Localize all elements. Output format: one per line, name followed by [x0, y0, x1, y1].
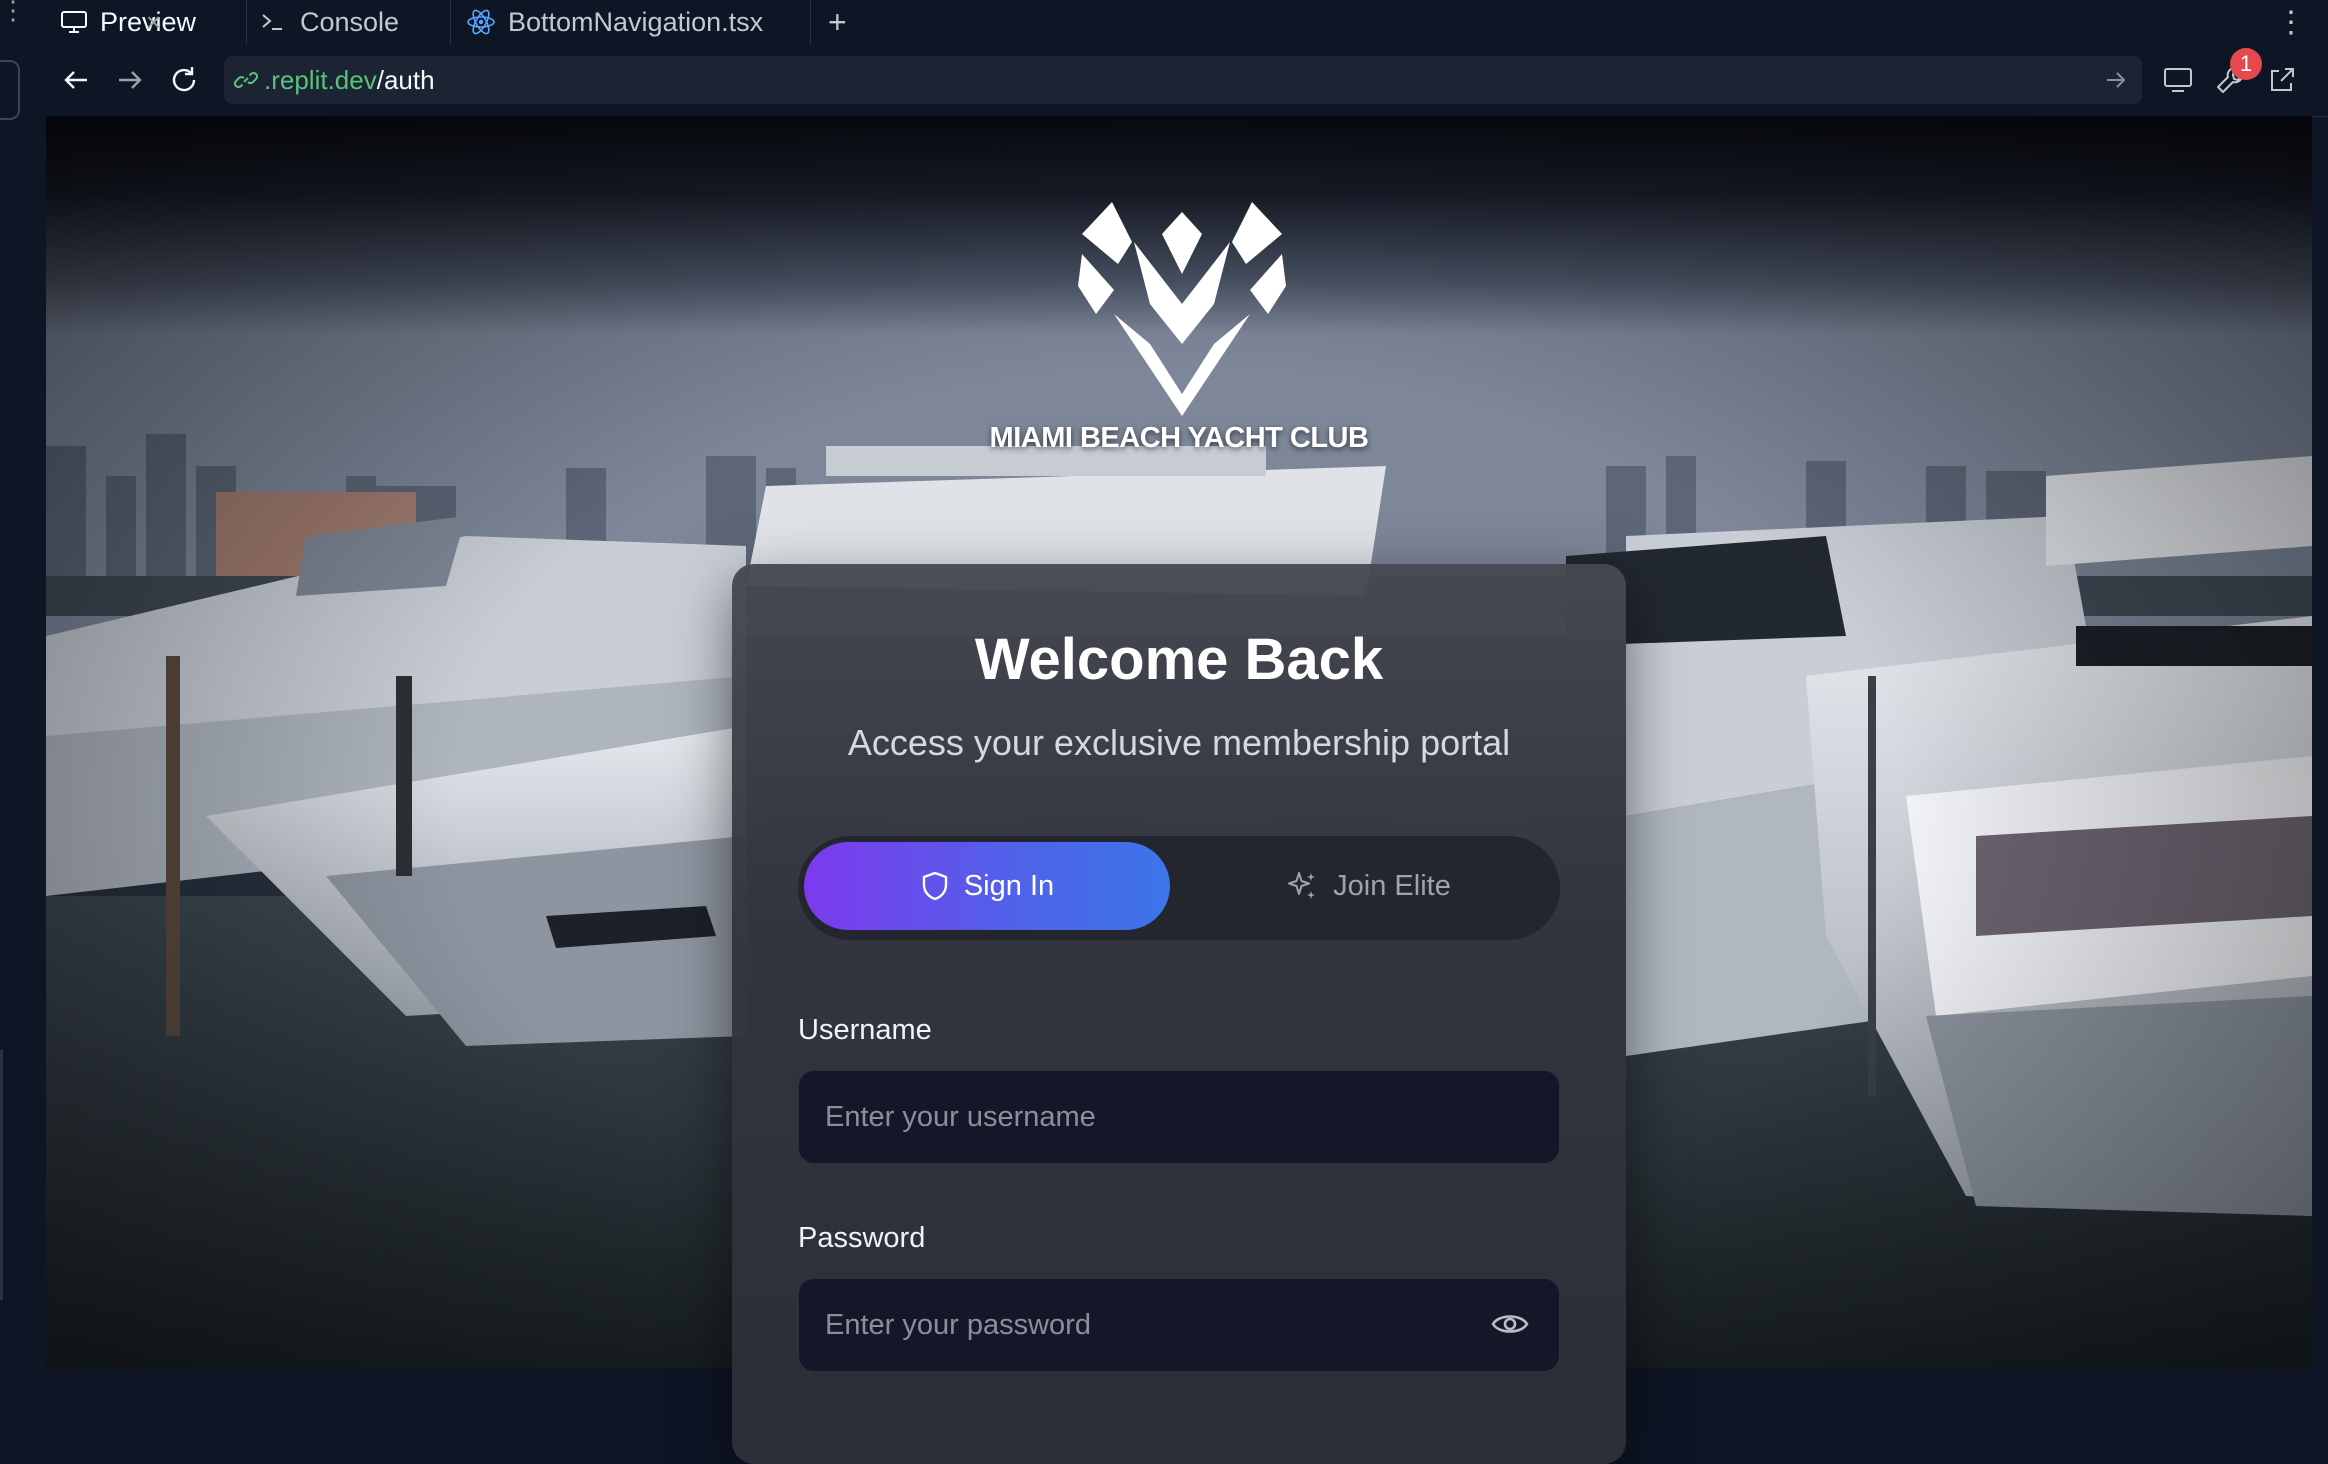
- external-link-icon: [2271, 68, 2294, 91]
- tab-bar: Preview × Console BottomNavigation.tsx +…: [46, 0, 2328, 45]
- tab-divider: [810, 0, 811, 44]
- more-vertical-icon[interactable]: ⋮: [0, 0, 26, 30]
- monitor-icon: [61, 11, 87, 33]
- tab-divider: [450, 0, 451, 44]
- tab-bottomnavigation[interactable]: BottomNavigation.tsx: [466, 0, 763, 44]
- join-elite-label: Join Elite: [1333, 869, 1451, 902]
- tab-label: Console: [300, 6, 400, 37]
- reload-button[interactable]: [162, 58, 206, 102]
- join-elite-tab[interactable]: Join Elite: [1182, 842, 1554, 930]
- preview-toolbar: .replit.dev /auth 1: [46, 44, 2328, 117]
- terminal-icon: [262, 14, 282, 30]
- rail-divider: [0, 1050, 3, 1300]
- more-vertical-icon[interactable]: ⋮: [2276, 0, 2306, 44]
- sparkles-icon: [1288, 872, 1316, 899]
- arrow-left-icon: [64, 71, 87, 89]
- forward-button[interactable]: [108, 58, 152, 102]
- tab-divider: [246, 0, 247, 44]
- club-name: MIAMI BEACH YACHT CLUB: [989, 422, 1369, 454]
- tab-label: BottomNavigation.tsx: [508, 6, 764, 37]
- url-bar[interactable]: .replit.dev /auth: [224, 56, 2142, 104]
- sign-in-tab[interactable]: Sign In: [804, 842, 1170, 930]
- desktop-icon: [2164, 68, 2192, 92]
- shield-icon: [922, 871, 948, 901]
- url-path: /auth: [376, 64, 435, 95]
- username-input[interactable]: [798, 1070, 1560, 1164]
- arrow-right-icon: [119, 71, 142, 89]
- tab-console[interactable]: Console: [260, 0, 399, 44]
- password-label: Password: [798, 1222, 926, 1254]
- back-button[interactable]: [54, 58, 98, 102]
- open-new-tab-button[interactable]: [2260, 58, 2304, 102]
- page-title: Welcome Back: [974, 627, 1384, 692]
- url-domain: .replit.dev: [264, 64, 377, 95]
- go-arrow-icon[interactable]: [2104, 66, 2128, 101]
- devtools-button[interactable]: 1: [2208, 48, 2262, 102]
- page-subtitle: Access your exclusive membership portal: [847, 722, 1511, 763]
- notification-badge: 1: [2230, 48, 2262, 80]
- username-label: Username: [798, 1014, 932, 1046]
- rail-panel-handle[interactable]: [0, 60, 20, 120]
- sign-in-label: Sign In: [963, 869, 1055, 902]
- device-preview-button[interactable]: [2156, 58, 2200, 102]
- close-tab-icon[interactable]: ×: [146, 0, 161, 44]
- add-tab-button[interactable]: +: [828, 0, 847, 44]
- react-icon: [467, 9, 495, 35]
- auth-mode-toggle: Sign In Join Elite: [798, 836, 1560, 940]
- refresh-icon: [172, 67, 196, 92]
- left-rail: ⋮: [0, 0, 47, 1368]
- mbyc-logo: [1078, 202, 1286, 416]
- password-input[interactable]: [798, 1278, 1560, 1372]
- link-icon: [234, 68, 258, 92]
- tab-preview[interactable]: Preview: [60, 0, 196, 44]
- show-password-eye-icon[interactable]: [1490, 1304, 1530, 1344]
